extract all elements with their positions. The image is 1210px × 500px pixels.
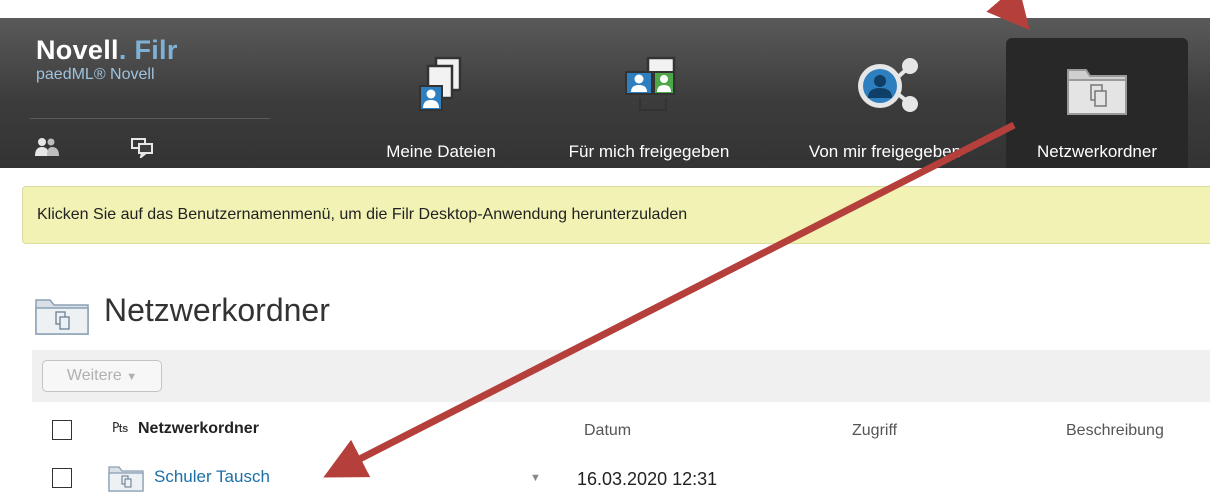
brand-name: Novell. Filr	[36, 35, 178, 65]
tab-label: Meine Dateien	[386, 142, 496, 161]
toolbar: Weitere ▼	[32, 350, 1210, 402]
tab-label: Für mich freigegeben	[568, 142, 730, 161]
page-title: Netzwerkordner	[104, 292, 330, 328]
network-folder-icon	[108, 466, 144, 492]
column-header-netzwerkordner[interactable]: Netzwerkordner	[138, 420, 259, 438]
header-bar: Novell. Filr paedML® Novell Meine Dateie…	[0, 18, 1210, 168]
brand-divider	[30, 118, 270, 119]
table-row: Schuler Tausch ▼ 16.03.2020 12:31	[32, 456, 1210, 500]
brand-subtitle: paedML® Novell	[36, 66, 155, 83]
row-menu-chevron-icon[interactable]: ▼	[530, 472, 541, 484]
chat-icon[interactable]	[130, 136, 156, 158]
tab-label: Netzwerkordner	[1037, 142, 1157, 161]
tab-von-mir-freigegeben[interactable]: Von mir freigegeben	[778, 18, 992, 168]
shared-with-me-icon	[625, 56, 676, 111]
top-strip	[0, 0, 1210, 18]
column-header-datum[interactable]: Datum	[584, 422, 631, 440]
filter-icon[interactable]: ₧	[112, 419, 128, 436]
weitere-dropdown-button[interactable]: Weitere ▼	[42, 360, 162, 392]
row-checkbox[interactable]	[52, 468, 72, 488]
chevron-down-icon: ▼	[126, 371, 138, 383]
shared-by-me-icon	[858, 58, 918, 112]
banner-text: Klicken Sie auf das Benutzernamenmenü, u…	[37, 206, 688, 223]
tab-meine-dateien[interactable]: Meine Dateien	[362, 18, 520, 168]
tab-label: Von mir freigegeben	[808, 142, 962, 161]
tab-fuer-mich-freigegeben[interactable]: Für mich freigegeben	[540, 18, 758, 168]
my-files-icon	[419, 56, 462, 111]
network-folder-icon	[35, 299, 89, 335]
people-icon[interactable]	[34, 136, 60, 158]
row-date: 16.03.2020 12:31	[577, 469, 718, 489]
network-folder-icon	[1067, 69, 1127, 115]
info-banner: Klicken Sie auf das Benutzernamenmenü, u…	[22, 186, 1210, 244]
select-all-checkbox[interactable]	[52, 420, 72, 440]
column-header-zugriff[interactable]: Zugriff	[852, 422, 897, 440]
brand-logo: Novell. Filr paedML® Novell	[36, 35, 178, 84]
folder-link-schuler-tausch[interactable]: Schuler Tausch	[154, 467, 270, 487]
tab-netzwerkordner[interactable]: Netzwerkordner	[1006, 38, 1188, 168]
table-header: ₧ Netzwerkordner Datum Zugriff Beschreib…	[32, 410, 1210, 448]
column-header-beschreibung[interactable]: Beschreibung	[1066, 422, 1164, 440]
